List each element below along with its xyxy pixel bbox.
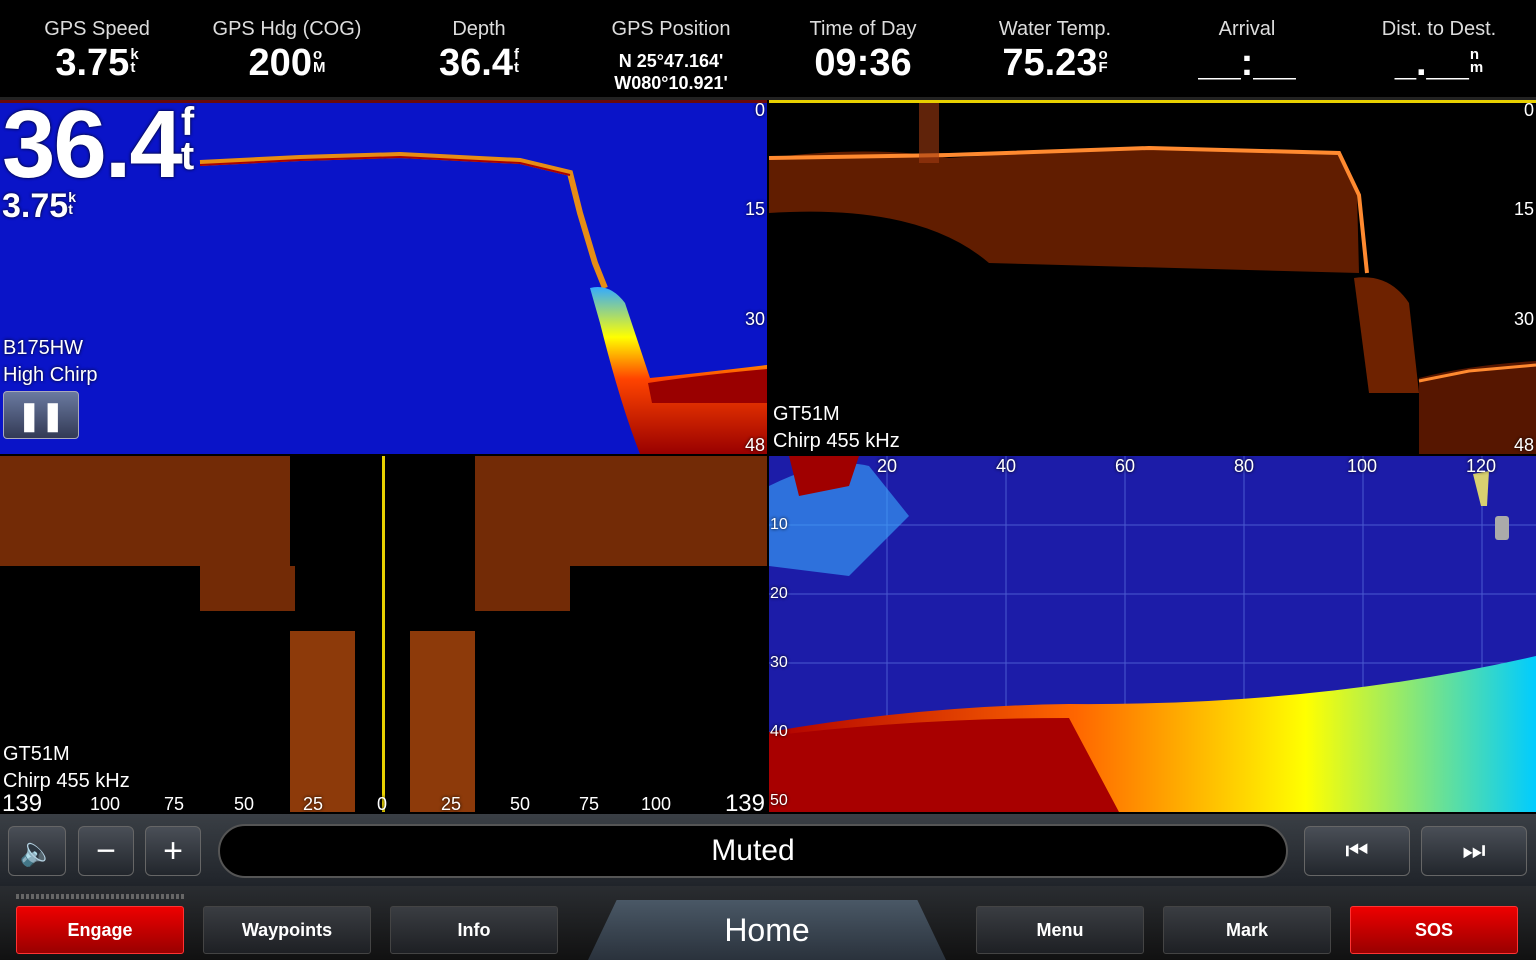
sonar-echo-image [0,456,767,812]
sos-button[interactable]: SOS [1350,906,1518,954]
range-scale-label: 75 [579,794,600,812]
range-scale-label: 120 [1466,456,1497,476]
transducer-label: GT51M [773,403,840,425]
field-label: GPS Position [611,18,731,40]
transducer-label: GT51M [3,743,70,765]
volume-up-button[interactable]: + [145,826,201,876]
depth-scale-label: 30 [1513,309,1534,329]
nav-bar: Engage Waypoints Info Home Menu Mark SOS [0,886,1536,960]
range-scale-label: 60 [1115,456,1136,476]
volume-button[interactable]: 🔈 [8,826,66,876]
range-scale-label: 25 [303,794,324,812]
skip-back-icon: ⏮ [1345,835,1369,865]
gps-position-field[interactable]: GPS Position N 25°47.164' W080°10.921' [576,0,766,97]
field-label: Time of Day [809,18,917,40]
gps-speed-field[interactable]: GPS Speed 3.75k t [2,0,192,97]
range-scale-label: 80 [1234,456,1255,476]
depth-scale-label: 20 [770,585,788,602]
field-label: Dist. to Dest. [1381,18,1497,40]
depth-field[interactable]: Depth 36.4f t [384,0,574,97]
field-value: __:__ [1198,42,1296,84]
speed-overlay: 3.75k t [2,187,76,225]
depth-scale-label: 0 [1523,100,1534,120]
pause-button[interactable]: ❚❚ [3,391,79,439]
depth-scale-label: 30 [744,309,765,329]
previous-track-button[interactable]: ⏮ [1304,826,1410,876]
range-label-left: 139 [2,790,43,812]
water-temp-field[interactable]: Water Temp. 75.23o F [960,0,1150,97]
range-scale-label: 50 [234,794,255,812]
range-scale-label: 0 [377,794,388,812]
range-scale-label: 100 [90,794,121,812]
depth-scale-label: 0 [754,100,765,120]
depth-scale-label: 10 [770,516,788,533]
depth-scale-label: 40 [770,723,788,740]
arrival-field[interactable]: Arrival __:__ [1152,0,1342,97]
range-scale-label: 100 [641,794,672,812]
sidevu-sonar-pane[interactable]: GT51M Chirp 455 kHz 139 100 75 50 25 0 2… [0,456,767,812]
range-scale-label: 100 [1347,456,1378,476]
field-label: GPS Speed [44,18,150,40]
depth-overlay: 36.4f t [2,100,194,198]
depth-scale-label: 30 [770,654,788,671]
time-of-day-field[interactable]: Time of Day 09:36 [768,0,958,97]
depth-scale-label: 15 [1513,199,1534,219]
skip-forward-icon: ⏭ [1462,835,1486,865]
depth-scale-label: 15 [744,199,765,219]
minus-icon: − [96,831,116,870]
media-status-display[interactable]: Muted [218,824,1288,878]
volume-down-button[interactable]: − [78,826,134,876]
range-scale-label: 40 [996,456,1017,476]
data-bar: GPS Speed 3.75k t GPS Hdg (COG) 200o M Dep… [0,0,1536,100]
forward-sonar-pane[interactable]: 20 40 60 80 100 120 10 20 30 40 50 [769,456,1536,812]
field-label: GPS Hdg (COG) [212,18,362,40]
field-value: _.__n m [1394,42,1484,84]
traditional-sonar-pane[interactable]: 36.4f t 3.75k t B175HW High Chirp ❚❚ 0 15 … [0,100,767,454]
depth-scale-label: 50 [770,792,788,809]
media-status: Muted [711,834,795,867]
downvu-sonar-pane[interactable]: GT51M Chirp 455 kHz 0 15 30 48 [769,100,1536,454]
gps-heading-field[interactable]: GPS Hdg (COG) 200o M [192,0,382,97]
transducer-label: B175HW [3,337,84,359]
range-label-right: 139 [724,790,765,812]
frequency-label: Chirp 455 kHz [773,430,900,452]
field-value: 3.75k t [55,42,139,84]
menu-button[interactable]: Menu [976,906,1144,954]
depth-scale-label: 48 [1513,435,1534,454]
range-scale-label: 50 [510,794,531,812]
pause-icon: ❚❚ [17,399,65,431]
frequency-label: High Chirp [3,364,98,386]
boat-icon [1495,516,1509,540]
mark-button[interactable]: Mark [1163,906,1331,954]
range-scale-label: 25 [441,794,462,812]
depth-scale-label: 48 [744,435,765,454]
home-button[interactable]: Home [588,900,946,960]
sonar-echo-image [769,103,1536,454]
field-value: 36.4f t [439,42,519,84]
media-bar: 🔈 − + Muted ⏮ ⏭ [0,814,1536,886]
field-value: 75.23o F [1002,42,1108,84]
waypoints-button[interactable]: Waypoints [203,906,371,954]
field-value: 200o M [248,42,326,84]
sonar-echo-image [769,456,1536,812]
dist-to-dest-field[interactable]: Dist. to Dest. _.__n m [1344,0,1534,97]
field-label: Arrival [1218,18,1276,40]
drag-handle[interactable] [16,894,184,899]
info-button[interactable]: Info [390,906,558,954]
speaker-icon: 🔈 [19,835,55,867]
next-track-button[interactable]: ⏭ [1421,826,1527,876]
engage-button[interactable]: Engage [16,906,184,954]
field-value: 09:36 [814,42,912,84]
field-label: Depth [452,18,506,40]
field-value: N 25°47.164' W080°10.921' [614,51,728,93]
range-scale-label: 75 [164,794,185,812]
range-scale-label: 20 [877,456,898,476]
plus-icon: + [163,831,183,870]
field-label: Water Temp. [998,18,1112,40]
